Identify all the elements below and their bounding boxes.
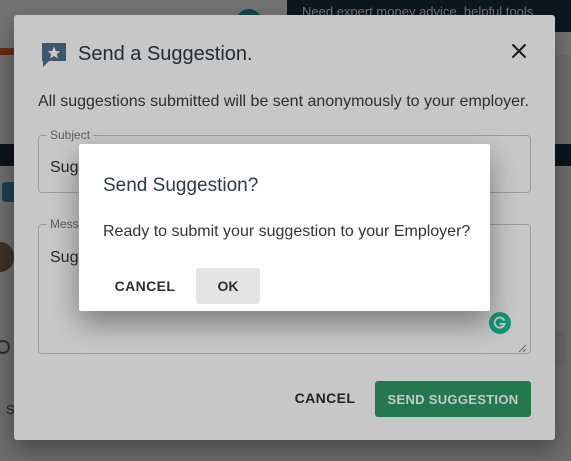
confirm-dialog: Send Suggestion? Ready to submit your su… — [79, 144, 490, 311]
confirm-message: Ready to submit your suggestion to your … — [103, 223, 471, 240]
confirm-ok-button[interactable]: OK — [196, 268, 260, 304]
confirm-title: Send Suggestion? — [103, 175, 259, 196]
confirm-cancel-button[interactable]: CANCEL — [103, 268, 187, 304]
